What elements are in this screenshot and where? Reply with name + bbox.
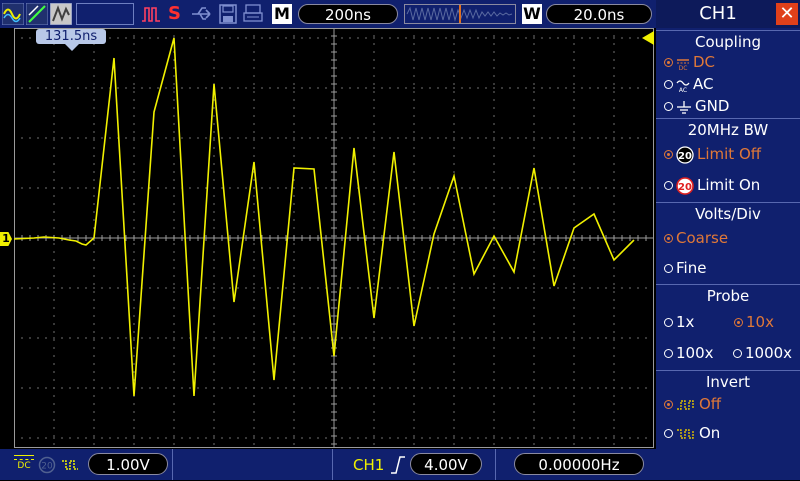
timebase-readout[interactable]: 200ns bbox=[298, 4, 398, 24]
trigger-source-label: CH1 bbox=[353, 456, 385, 474]
bw-limit-status-icon: 20 bbox=[38, 456, 56, 474]
radio-selected-icon bbox=[664, 58, 673, 67]
channel-menu: CH1 ✕ Coupling DC DC AC AC GND 20MHz BW 20… bbox=[656, 0, 800, 480]
svg-text:DC: DC bbox=[679, 65, 688, 70]
frequency-readout: 0.00000Hz bbox=[514, 453, 644, 475]
radio-icon bbox=[664, 264, 673, 273]
window-badge: W bbox=[522, 4, 542, 24]
radio-icon bbox=[733, 349, 742, 358]
invert-option-on[interactable]: On bbox=[664, 424, 720, 442]
volts-div-section[interactable]: Volts/Div Coarse Fine bbox=[656, 202, 800, 285]
coupling-option-dc[interactable]: DC DC bbox=[664, 53, 715, 71]
ac-symbol-icon: AC bbox=[676, 79, 690, 92]
trigger-position-marker[interactable]: 131.5ns bbox=[36, 29, 106, 44]
svg-text:20: 20 bbox=[41, 462, 53, 472]
trigger-position-arrow-icon bbox=[65, 44, 79, 51]
sine-wave-icon[interactable] bbox=[2, 3, 24, 25]
coupling-status[interactable]: DC bbox=[14, 452, 34, 476]
probe-option-1000x[interactable]: 1000x bbox=[733, 344, 792, 362]
probe-section[interactable]: Probe 1x 10x 100x 1000x bbox=[656, 284, 800, 369]
svg-text:20: 20 bbox=[678, 151, 692, 162]
bw-on-icon: 20 bbox=[676, 176, 694, 195]
vector-display-icon[interactable] bbox=[26, 3, 48, 25]
invert-heading: Invert bbox=[701, 373, 755, 391]
radio-icon bbox=[664, 102, 673, 111]
radio-selected-icon bbox=[664, 150, 673, 159]
dc-symbol-icon: DC bbox=[677, 58, 689, 70]
trigger-position-label: 131.5ns bbox=[44, 29, 98, 44]
trigger-level-readout[interactable]: 4.00V bbox=[410, 453, 482, 475]
invert-option-off[interactable]: Off bbox=[664, 395, 721, 413]
radio-selected-icon bbox=[664, 400, 673, 409]
invert-status-icon bbox=[62, 460, 78, 470]
waveform-display[interactable] bbox=[14, 28, 654, 448]
bw-option-limit-on[interactable]: 20 Limit On bbox=[664, 176, 760, 195]
trigger-level-arrow-icon[interactable] bbox=[642, 31, 654, 45]
coupling-dc-label: DC bbox=[17, 461, 31, 471]
bw-off-icon: 20 bbox=[676, 145, 694, 164]
volts-option-fine[interactable]: Fine bbox=[664, 259, 706, 277]
radio-icon bbox=[664, 318, 673, 327]
stop-status-icon[interactable]: S bbox=[168, 3, 184, 25]
coupling-heading: Coupling bbox=[690, 33, 766, 51]
radio-selected-icon bbox=[664, 234, 673, 243]
volts-div-heading: Volts/Div bbox=[691, 205, 765, 223]
radio-icon bbox=[664, 429, 673, 438]
inverted-wave-icon bbox=[677, 428, 694, 439]
volts-option-coarse[interactable]: Coarse bbox=[664, 229, 728, 247]
ch1-volts-div-readout[interactable]: 1.00V bbox=[88, 453, 168, 475]
probe-heading: Probe bbox=[702, 287, 754, 305]
print-icon[interactable] bbox=[243, 3, 263, 25]
bw-heading: 20MHz BW bbox=[683, 121, 773, 139]
memory-badge: M bbox=[272, 4, 292, 24]
rising-edge-icon bbox=[391, 456, 405, 474]
ground-symbol-icon bbox=[677, 100, 691, 114]
bw-limit-section[interactable]: 20MHz BW 20 Limit Off 20 Limit On bbox=[656, 118, 800, 203]
ch1-waveform bbox=[14, 37, 635, 397]
save-icon[interactable] bbox=[218, 3, 238, 25]
probe-option-100x[interactable]: 100x bbox=[664, 344, 714, 362]
memory-position-bar[interactable] bbox=[404, 4, 516, 26]
close-icon[interactable]: ✕ bbox=[776, 3, 798, 25]
coupling-section[interactable]: Coupling DC DC AC AC GND bbox=[656, 30, 800, 119]
probe-option-1x[interactable]: 1x bbox=[664, 313, 694, 331]
normal-wave-icon bbox=[677, 399, 694, 410]
radio-icon bbox=[664, 181, 673, 190]
coupling-option-gnd[interactable]: GND bbox=[664, 97, 729, 115]
window-timebase-readout[interactable]: 20.0ns bbox=[546, 4, 652, 24]
menu-title: CH1 bbox=[699, 3, 737, 24]
svg-text:AC: AC bbox=[679, 87, 687, 92]
bw-option-limit-off[interactable]: 20 Limit Off bbox=[664, 145, 761, 164]
radio-icon bbox=[664, 80, 673, 89]
pulse-trigger-icon[interactable] bbox=[140, 3, 162, 25]
svg-text:20: 20 bbox=[678, 182, 692, 193]
usb-icon[interactable] bbox=[190, 3, 214, 25]
radio-selected-icon bbox=[734, 318, 743, 327]
radio-icon bbox=[664, 349, 673, 358]
probe-option-10x[interactable]: 10x bbox=[734, 313, 774, 331]
persist-display-icon[interactable] bbox=[50, 3, 72, 25]
status-bar: DC 20 1.00V CH1 4.00V 0.00000Hz bbox=[0, 449, 656, 480]
ch1-ground-marker[interactable]: 1 bbox=[0, 232, 12, 246]
top-toolbar: S M 200ns W 20.0ns bbox=[0, 0, 656, 28]
display-slot-blank bbox=[76, 3, 134, 25]
invert-section[interactable]: Invert Off On bbox=[656, 370, 800, 481]
menu-header: CH1 ✕ bbox=[656, 0, 800, 28]
coupling-option-ac[interactable]: AC AC bbox=[664, 75, 713, 93]
ch1-marker-label: 1 bbox=[2, 232, 10, 245]
